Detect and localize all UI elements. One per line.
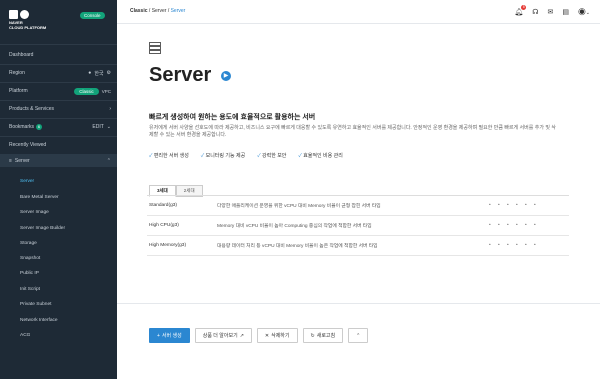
delete-button[interactable]: ✕ 삭제하기	[256, 328, 298, 343]
server-group-row[interactable]: ≡ Server ⌃	[9, 156, 111, 166]
close-icon: ✕	[264, 332, 270, 339]
row-name: Standard(g3)	[149, 203, 177, 208]
region-selector[interactable]: Region ● 한국 ⚙	[9, 68, 111, 78]
refresh-label: 새로고침	[316, 333, 336, 339]
sidebar-item-public-ip[interactable]: Public IP	[20, 271, 39, 276]
hamburger-icon: ≡	[9, 158, 12, 164]
row-desc: Memory 대비 vCPU 비율이 높아 Computing 중심의 작업에 …	[217, 224, 372, 229]
create-server-button[interactable]: + 서버 생성	[149, 328, 190, 343]
feature-item: 효율적인 비용 관리	[298, 152, 343, 159]
chevron-right-icon: ›	[109, 106, 111, 112]
bookmarks-edit[interactable]: EDIT	[92, 124, 103, 130]
sidebar-item-server[interactable]: Server	[20, 179, 34, 184]
row-desc: 대용량 데이터 처리 등 vCPU 대비 Memory 비율이 높은 작업에 적…	[217, 244, 378, 249]
row-rating: • • • • • •	[489, 203, 539, 208]
plus-icon: +	[157, 332, 160, 339]
region-label: Region	[9, 70, 25, 76]
main-content: Server ▶ 빠르게 생성하여 원하는 용도에 효율적으로 활용하는 서버 …	[117, 24, 600, 379]
learn-more-label: 상품 더 알아보기	[202, 333, 238, 339]
sidebar-item-dashboard[interactable]: Dashboard	[9, 50, 111, 60]
server-type-table: Standard(g3) 다양한 애플리케이션 운영을 위한 vCPU 대비 M…	[147, 195, 569, 256]
row-name: High Memory(g3)	[149, 243, 187, 248]
breadcrumb-classic[interactable]: Classic	[130, 8, 148, 14]
top-bar: Classic / Server / Server 🔔︎ 5 ☊ ✉ ▤ ◉⌄	[117, 0, 600, 24]
info-icon[interactable]: ▶	[221, 71, 231, 81]
chevron-up-icon: ⌃	[356, 332, 361, 339]
table-row[interactable]: High Memory(g3) 대용량 데이터 처리 등 vCPU 대비 Mem…	[147, 236, 569, 256]
sidebar-item-bare-metal[interactable]: Bare Metal Server	[20, 195, 59, 200]
region-value: 한국	[94, 70, 104, 77]
bookmarks-count: 6	[36, 124, 43, 130]
bookmarks-label: Bookmarks	[9, 124, 35, 130]
sidebar-item-snapshot[interactable]: Snapshot	[20, 256, 40, 261]
brand-line2: CLOUD PLATFORM	[9, 24, 47, 30]
sidebar-item-storage[interactable]: Storage	[20, 241, 37, 246]
refresh-button[interactable]: ↻ 새로고침	[302, 328, 344, 343]
sidebar-item-acg[interactable]: ACG	[20, 333, 30, 338]
flag-icon: ●	[88, 70, 92, 76]
server-icon	[149, 42, 161, 54]
sidebar-item-bookmarks[interactable]: Bookmarks 6 EDIT ⌄	[9, 122, 111, 132]
page-description: 유저에게 서버 사양을 선호도에 따라 제공하고, 비즈니스 요구에 빠르게 대…	[149, 125, 556, 138]
refresh-icon: ↻	[310, 332, 315, 339]
row-name: High CPU(g3)	[149, 223, 179, 228]
sidebar-item-init-script[interactable]: Init Script	[20, 287, 40, 292]
row-desc: 다양한 애플리케이션 운영을 위한 vCPU 대비 Memory 비율이 균형 …	[217, 204, 381, 209]
headset-icon[interactable]: ☊	[532, 8, 538, 16]
platform-switch: Platform Classic VPC	[9, 86, 111, 96]
breadcrumb-current: Server	[170, 8, 186, 14]
console-button[interactable]: Console	[80, 12, 105, 19]
page-title: Server	[149, 64, 212, 86]
row-rating: • • • • • •	[489, 223, 539, 228]
chevron-up-icon: ⌃	[106, 158, 111, 164]
notification-count: 5	[521, 4, 527, 10]
sidebar-item-private-subnet[interactable]: Private Subnet	[20, 302, 51, 307]
feature-list: 편리한 서버 생성 모니터링 기능 제공 강력한 보안 효율적인 비용 관리	[149, 152, 343, 159]
delete-label: 삭제하기	[271, 333, 290, 339]
bell-icon[interactable]: 🔔︎ 5	[514, 4, 527, 16]
recent-label: Recently Viewed	[9, 142, 47, 148]
products-label: Products & Services	[9, 106, 55, 112]
sidebar-item-recent[interactable]: Recently Viewed	[9, 140, 111, 150]
row-rating: • • • • • •	[489, 243, 539, 248]
feature-item: 모니터링 기능 제공	[201, 152, 246, 159]
server-group-label: Server	[14, 158, 30, 164]
mail-icon[interactable]: ✉	[547, 8, 553, 16]
table-row[interactable]: High CPU(g3) Memory 대비 vCPU 비율이 높아 Compu…	[147, 216, 569, 236]
learn-more-button[interactable]: 상품 더 알아보기 ↗	[194, 328, 252, 343]
more-button[interactable]: ⌃	[348, 328, 369, 343]
sidebar-item-image-builder[interactable]: Server Image Builder	[20, 226, 65, 231]
platform-vpc-button[interactable]: VPC	[102, 89, 111, 94]
feature-item: 편리한 서버 생성	[149, 152, 189, 159]
platform-label: Platform	[9, 88, 28, 94]
chevron-down-icon: ⌄	[106, 124, 111, 130]
platform-classic-button[interactable]: Classic	[74, 87, 99, 95]
document-icon[interactable]: ▤	[562, 8, 569, 16]
sidebar-item-server-image[interactable]: Server Image	[20, 210, 49, 215]
brand-logo[interactable]: NAVER CLOUD PLATFORM	[9, 10, 46, 30]
sidebar: NAVER CLOUD PLATFORM Console Dashboard R…	[0, 0, 117, 379]
settings-icon[interactable]: ⚙	[107, 70, 111, 76]
avatar[interactable]: ◉⌄	[578, 6, 590, 17]
table-row[interactable]: Standard(g3) 다양한 애플리케이션 운영을 위한 vCPU 대비 M…	[147, 196, 569, 216]
feature-item: 강력한 보안	[257, 152, 286, 159]
external-link-icon: ↗	[239, 332, 244, 339]
create-server-label: 서버 생성	[161, 333, 182, 339]
breadcrumb: Classic / Server / Server	[130, 8, 186, 14]
page-headline: 빠르게 생성하여 원하는 용도에 효율적으로 활용하는 서버	[149, 114, 316, 121]
sidebar-item-network-interface[interactable]: Network Interface	[20, 318, 58, 323]
action-divider	[117, 303, 600, 304]
breadcrumb-server[interactable]: Server	[152, 8, 167, 14]
action-bar: + 서버 생성 상품 더 알아보기 ↗ ✕ 삭제하기 ↻ 새로고침 ⌃	[149, 328, 369, 343]
sidebar-item-products[interactable]: Products & Services ›	[9, 104, 111, 114]
dashboard-label: Dashboard	[9, 52, 34, 58]
